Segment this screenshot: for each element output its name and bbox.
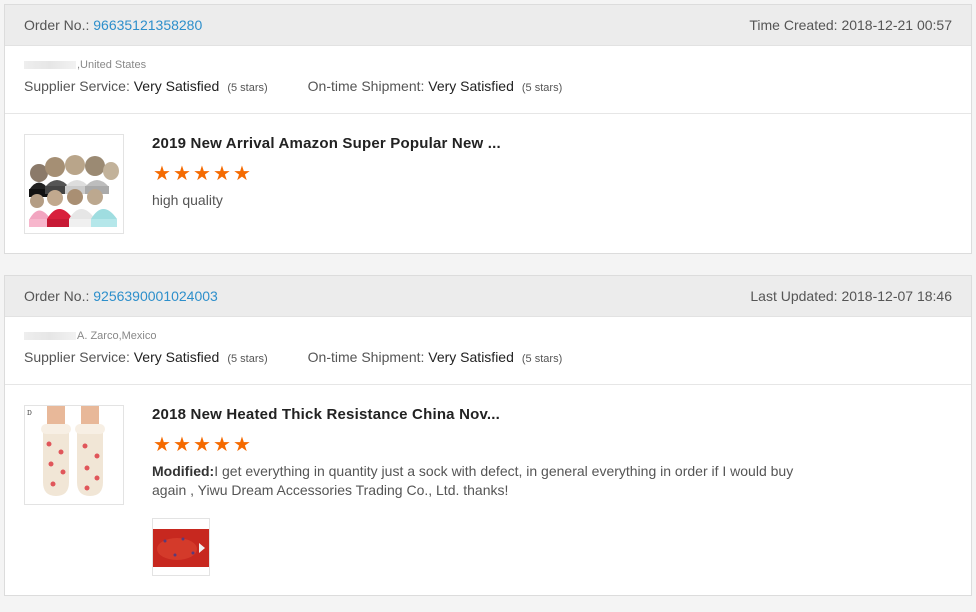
star-icon: ★ <box>213 163 231 185</box>
order-time: Time Created: 2018-12-21 00:57 <box>749 17 952 33</box>
star-icon: ★ <box>233 163 251 185</box>
time-value: 2018-12-07 18:46 <box>841 288 952 304</box>
time-label: Last Updated: <box>750 288 838 304</box>
star-icon: ★ <box>193 163 211 185</box>
product-info: 2019 New Arrival Amazon Super Popular Ne… <box>152 135 952 210</box>
order-card: Order No.: 96635121358280 Time Created: … <box>4 4 972 254</box>
masked-buyer-name <box>24 61 76 70</box>
order-number-link[interactable]: 96635121358280 <box>93 17 202 33</box>
masked-buyer-name <box>24 332 76 341</box>
buyer-location: ,United States <box>24 57 952 73</box>
star-icon: ★ <box>153 434 171 456</box>
product-thumbnail[interactable]: D <box>24 405 124 505</box>
time-value: 2018-12-21 00:57 <box>841 17 952 33</box>
svg-text:D: D <box>27 410 32 417</box>
order-meta: A. Zarco,Mexico Supplier Service: Very S… <box>5 317 971 385</box>
order-number-label: Order No.: <box>24 17 90 33</box>
order-card: Order No.: 9256390001024003 Last Updated… <box>4 275 972 596</box>
order-number: Order No.: 96635121358280 <box>24 17 202 33</box>
shipment-value: Very Satisfied <box>428 78 514 94</box>
shipment-value: Very Satisfied <box>428 349 514 365</box>
shipment-stars: (5 stars) <box>521 353 563 365</box>
star-icon: ★ <box>193 434 211 456</box>
time-label: Time Created: <box>749 17 838 33</box>
rating-stars: ★ ★ ★ ★ ★ <box>152 164 952 184</box>
order-number-label: Order No.: <box>24 288 90 304</box>
buyer-location-text: A. Zarco,Mexico <box>77 330 157 342</box>
shipment-label: On-time Shipment: <box>307 78 425 94</box>
shipment-stars: (5 stars) <box>521 82 563 94</box>
service-ratings: Supplier Service: Very Satisfied (5 star… <box>24 349 952 365</box>
red-sock-photo <box>153 519 209 575</box>
shipment-label: On-time Shipment: <box>307 349 425 365</box>
review-text: Modified:I get everything in quantity ju… <box>152 462 802 500</box>
supplier-service-stars: (5 stars) <box>227 353 268 365</box>
knit-hats-image <box>25 135 123 233</box>
star-icon: ★ <box>173 163 191 185</box>
order-time: Last Updated: 2018-12-07 18:46 <box>750 288 952 304</box>
product-review: 2019 New Arrival Amazon Super Popular Ne… <box>5 114 971 234</box>
product-title[interactable]: 2018 New Heated Thick Resistance China N… <box>152 406 952 424</box>
order-header: Order No.: 9256390001024003 Last Updated… <box>5 276 971 317</box>
review-photo[interactable] <box>152 518 210 576</box>
order-header: Order No.: 96635121358280 Time Created: … <box>5 5 971 46</box>
product-review: D 2018 New Heated Thick Resistance China… <box>5 385 971 576</box>
star-icon: ★ <box>213 434 231 456</box>
buyer-location-text: ,United States <box>77 59 147 71</box>
service-ratings: Supplier Service: Very Satisfied (5 star… <box>24 78 952 94</box>
supplier-service-label: Supplier Service: <box>24 349 130 365</box>
product-title[interactable]: 2019 New Arrival Amazon Super Popular Ne… <box>152 135 952 153</box>
star-icon: ★ <box>173 434 191 456</box>
supplier-service-stars: (5 stars) <box>227 82 268 94</box>
review-body: I get everything in quantity just a sock… <box>152 463 794 498</box>
supplier-service-value: Very Satisfied <box>133 349 220 365</box>
supplier-service-value: Very Satisfied <box>133 78 220 94</box>
star-icon: ★ <box>233 434 251 456</box>
order-number-link[interactable]: 9256390001024003 <box>93 288 218 304</box>
order-number: Order No.: 9256390001024003 <box>24 288 218 304</box>
star-icon: ★ <box>153 163 171 185</box>
heart-socks-image: D <box>25 406 123 504</box>
review-body: high quality <box>152 192 223 208</box>
buyer-location: A. Zarco,Mexico <box>24 328 952 344</box>
review-text: high quality <box>152 191 802 210</box>
order-meta: ,United States Supplier Service: Very Sa… <box>5 46 971 114</box>
product-thumbnail[interactable] <box>24 134 124 234</box>
supplier-service-label: Supplier Service: <box>24 78 130 94</box>
review-modified-label: Modified: <box>152 463 215 479</box>
product-info: 2018 New Heated Thick Resistance China N… <box>152 406 952 500</box>
rating-stars: ★ ★ ★ ★ ★ <box>152 435 952 455</box>
